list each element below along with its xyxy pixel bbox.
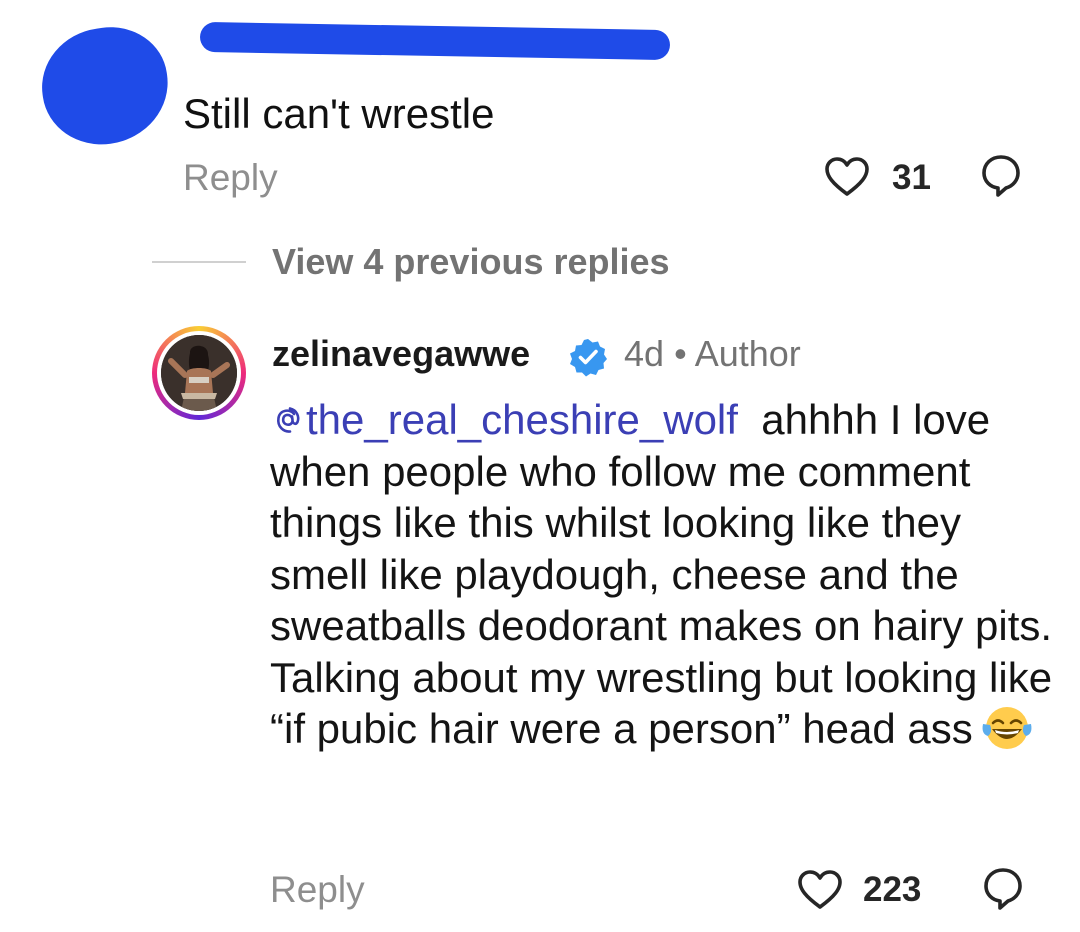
verified-badge-icon: [570, 339, 607, 377]
threads-at-icon: [277, 407, 300, 433]
heart-icon[interactable]: [797, 869, 843, 911]
meta-separator: •: [674, 333, 687, 374]
reply-time: 4d: [624, 333, 665, 374]
mention-username[interactable]: the_real_cheshire_wolf: [306, 396, 738, 443]
view-previous-replies-link[interactable]: View 4 previous replies: [272, 240, 670, 284]
like-count: 31: [892, 158, 931, 197]
reply-text: the_real_cheshire_wolf ahhhh I love when…: [270, 394, 1060, 755]
comment-bubble-icon[interactable]: [982, 866, 1024, 912]
reply-body-text: ahhhh I love when people who follow me c…: [270, 396, 1053, 752]
author-username[interactable]: zelinavegawwe: [272, 330, 530, 378]
avatar-figure-icon: [161, 335, 237, 411]
mention-link[interactable]: the_real_cheshire_wolf: [270, 396, 738, 443]
laughing-emoji-icon: [982, 707, 1032, 749]
reply-button[interactable]: Reply: [183, 156, 278, 200]
heart-icon[interactable]: [824, 156, 870, 198]
thread-divider: [152, 261, 246, 263]
like-count: 223: [863, 870, 922, 909]
redacted-username: [199, 21, 671, 61]
redacted-avatar: [34, 19, 176, 153]
avatar: [161, 335, 237, 411]
reply-meta: 4d • Author: [624, 330, 801, 378]
comment-text: Still can't wrestle: [183, 90, 495, 137]
author-label: Author: [694, 333, 801, 374]
comment-bubble-icon[interactable]: [980, 153, 1022, 199]
reply-button[interactable]: Reply: [270, 868, 365, 912]
story-ring-avatar[interactable]: [152, 326, 246, 420]
